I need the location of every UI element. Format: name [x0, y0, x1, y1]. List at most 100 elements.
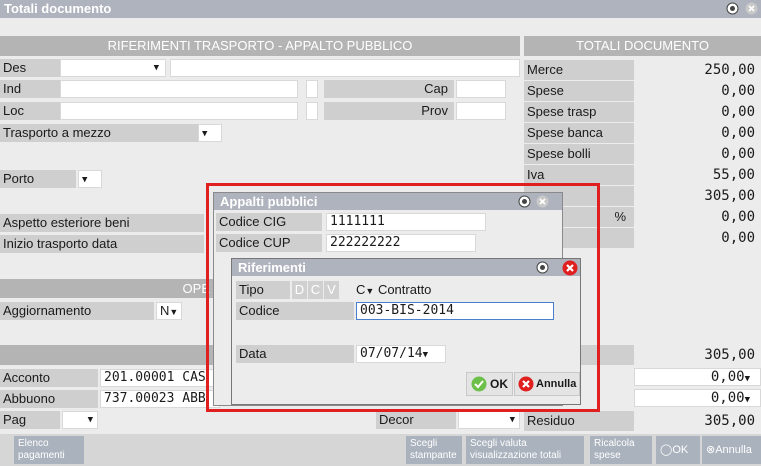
des-field[interactable] [170, 59, 520, 77]
riferimenti-annulla-button[interactable]: Annulla [514, 372, 581, 396]
totali-row-value: 0,00 [721, 104, 755, 120]
totali-row-label: Spese banca [524, 123, 634, 143]
totali-row-label: Spese bolli [524, 144, 634, 164]
aggiornamento-label: Aggiornamento [0, 302, 154, 320]
abbuono-desc: ABB [182, 391, 206, 406]
tipo-select[interactable]: C▼ Contratto [356, 281, 431, 299]
acconto-desc: CAS [182, 370, 206, 385]
cup-field[interactable]: 222222222 [326, 234, 476, 252]
ok-label: OK [490, 377, 508, 391]
g-value: 305,00 [704, 347, 755, 363]
cap-field[interactable] [456, 80, 506, 98]
toolbar-ok-button[interactable]: ◯OK [656, 436, 700, 464]
codice-field[interactable]: 003-BIS-2014 [356, 302, 554, 320]
cig-field[interactable]: 1111111 [326, 213, 486, 231]
chevron-down-icon: ▼ [82, 175, 88, 185]
close-icon[interactable] [562, 260, 578, 279]
tipo-option-v[interactable]: V [324, 281, 339, 299]
loc-extra-field[interactable] [306, 102, 318, 120]
ind-field[interactable] [60, 80, 298, 98]
inizio-label: Inizio trasporto data [0, 235, 204, 253]
pag-select[interactable]: ▼ [62, 411, 98, 429]
totali-row: Spese trasp 0,00 [524, 102, 761, 122]
ope-header: OPE [0, 279, 214, 298]
tipo-value: C [356, 282, 366, 297]
residuo-label: Residuo [524, 411, 634, 431]
porto-label: Porto [0, 170, 76, 188]
chevron-down-icon: ▼ [202, 129, 208, 139]
data-value: 07/07/14 [360, 346, 423, 361]
cup-label: Codice CUP [216, 234, 322, 252]
cig-label: Codice CIG [216, 213, 322, 231]
riferimenti-dialog-title: Riferimenti [232, 259, 580, 276]
totali-row: Merce 250,00 [524, 60, 761, 80]
totali-row: Spese banca 0,00 [524, 123, 761, 143]
ricalcola-spese-button[interactable]: Ricalcola spese [590, 436, 652, 464]
chevron-down-icon: ▼ [422, 350, 429, 360]
decor-select[interactable]: ▼ [458, 411, 520, 429]
check-icon [471, 376, 487, 392]
prov-field[interactable] [456, 102, 506, 120]
totali-row-label: Iva [524, 165, 634, 185]
totali-row-label: Spese trasp [524, 102, 634, 122]
v2-value: 0,00 [710, 390, 745, 406]
tipo-option-d[interactable]: D [292, 281, 307, 299]
totali-row-value: 250,00 [704, 62, 755, 78]
ind-extra-field[interactable] [306, 80, 318, 98]
minimize-icon[interactable] [726, 2, 739, 19]
close-icon[interactable] [745, 2, 758, 19]
tipo-option-c[interactable]: C [308, 281, 323, 299]
totali-row-value: 0,00 [721, 230, 755, 246]
chevron-down-icon: ▼ [744, 374, 750, 384]
des-label: Des [0, 59, 60, 77]
loc-field[interactable] [60, 102, 298, 120]
v2-field[interactable]: 0,00▼ [634, 389, 761, 407]
window-title: Totali documento [4, 1, 112, 16]
scegli-valuta-button[interactable]: Scegli valuta visualizzazione totali [466, 436, 584, 464]
totali-row-value: 305,00 [704, 188, 755, 204]
prov-label: Prov [324, 102, 454, 120]
abbuono-field[interactable]: 737.00023 ABB [100, 390, 220, 408]
riferimenti-ok-button[interactable]: OK [466, 372, 513, 396]
aggiornamento-value: N [160, 303, 170, 318]
cap-label: Cap [324, 80, 454, 98]
aggiornamento-select[interactable]: N▼ [156, 302, 182, 320]
close-icon[interactable] [536, 195, 549, 211]
acconto-field[interactable]: 201.00001 CAS [100, 369, 220, 387]
minimize-icon[interactable] [536, 261, 549, 277]
tipo-description: Contratto [377, 282, 432, 297]
totali-row-value: 55,00 [712, 167, 755, 183]
chevron-down-icon: ▼ [509, 415, 515, 425]
acconto-label: Acconto [0, 369, 98, 387]
totali-row-label: Spese [524, 81, 634, 101]
annulla-label: Annulla [536, 378, 577, 390]
totali-row-value: 0,00 [721, 209, 755, 225]
des-select[interactable]: ▼ [60, 59, 166, 77]
data-field[interactable]: 07/07/14▼ [356, 345, 446, 363]
chevron-down-icon: ▼ [153, 63, 159, 73]
totali-row-label: Merce [524, 60, 634, 80]
scegli-stampante-button[interactable]: Scegli stampante [406, 436, 462, 464]
ind-label: Ind [0, 80, 60, 98]
totali-row: Iva 55,00 [524, 165, 761, 185]
mezzo-select[interactable]: ▼ [198, 124, 222, 142]
chevron-down-icon: ▼ [169, 307, 179, 317]
residuo-value: 305,00 [704, 413, 755, 429]
elenco-pagamenti-button[interactable]: Elenco pagamenti [14, 436, 84, 464]
v1-field[interactable]: 0,00▼ [634, 368, 761, 386]
data-label: Data [236, 345, 354, 363]
porto-select[interactable]: ▼ [78, 170, 102, 188]
window-titlebar: Totali documento [0, 0, 761, 18]
appalti-dialog-title: Appalti pubblici [214, 193, 562, 210]
chevron-down-icon: ▼ [87, 415, 93, 425]
totali-row-value: 0,00 [721, 83, 755, 99]
totali-row: Spese bolli 0,00 [524, 144, 761, 164]
abbuono-code: 737.00023 [104, 391, 175, 406]
tipo-label: Tipo [236, 281, 290, 299]
trasporto-header: RIFERIMENTI TRASPORTO - APPALTO PUBBLICO [0, 36, 520, 56]
codice-label: Codice [236, 302, 354, 320]
v1-value: 0,00 [710, 369, 745, 385]
toolbar-annulla-button[interactable]: ⊗Annulla [702, 436, 761, 464]
minimize-icon[interactable] [518, 195, 531, 211]
toolbar-annulla-label: Annulla [715, 444, 752, 456]
